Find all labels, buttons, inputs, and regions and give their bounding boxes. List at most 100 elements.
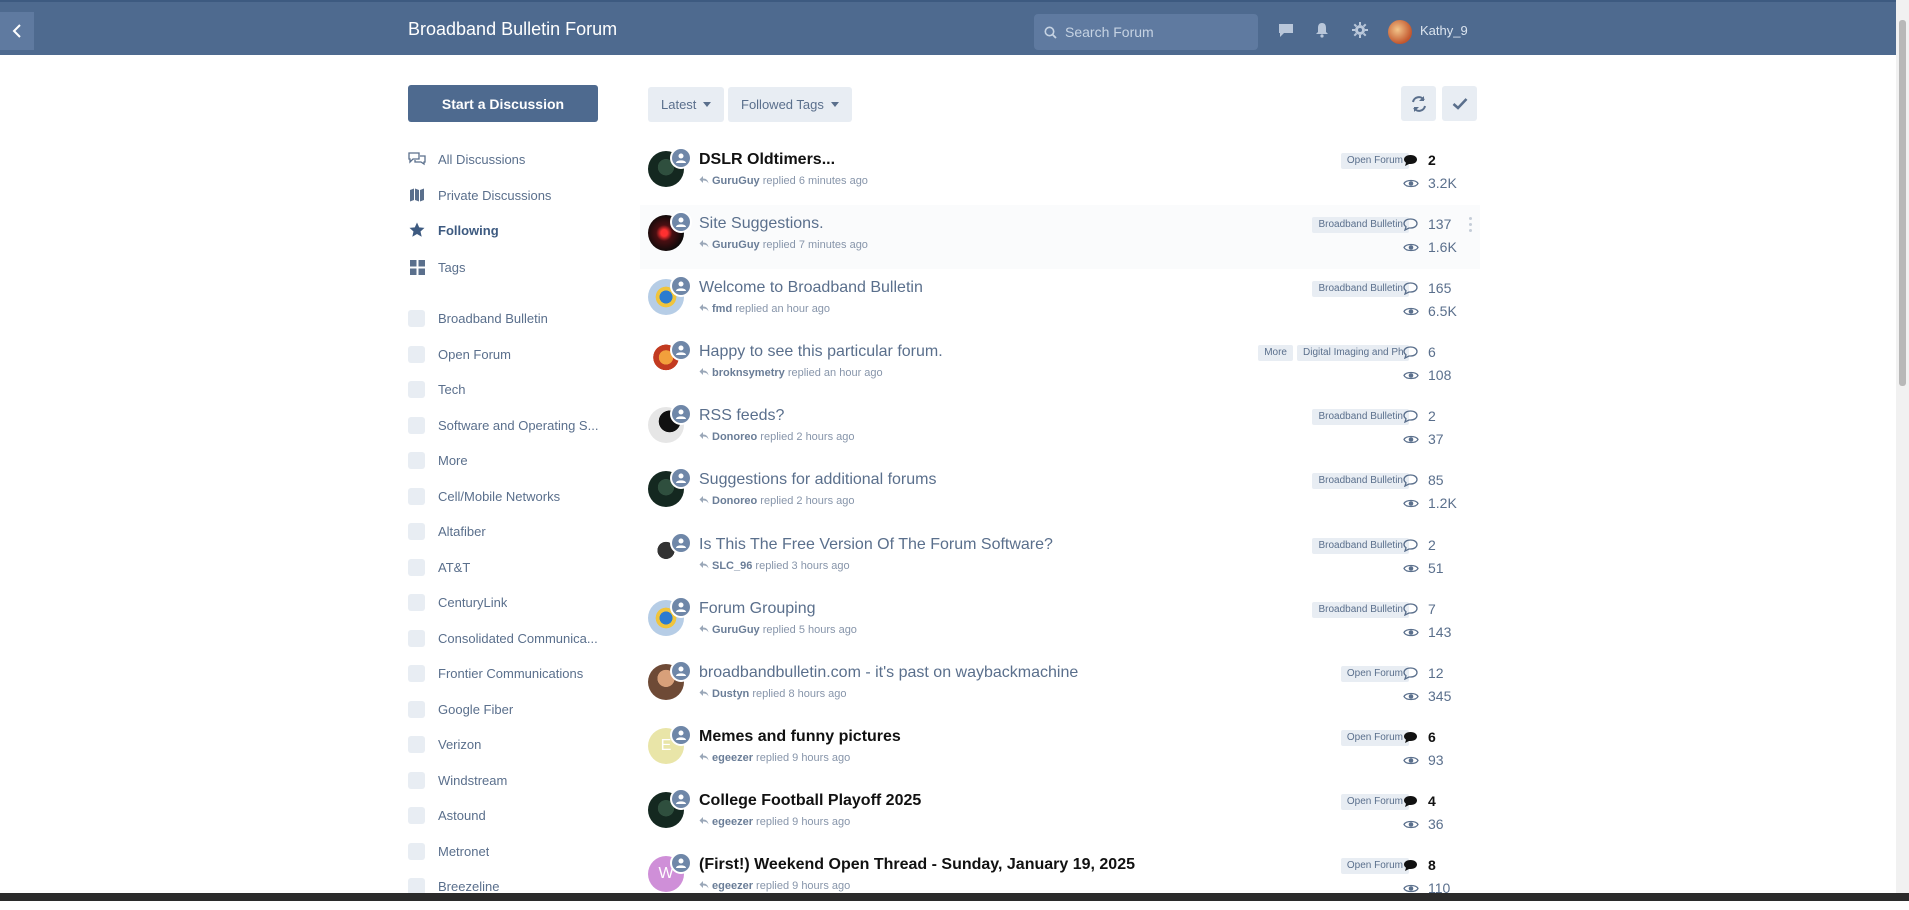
discussion-title[interactable]: Welcome to Broadband Bulletin <box>699 279 923 297</box>
discussion-title[interactable]: RSS feeds? <box>699 407 784 425</box>
back-button[interactable] <box>0 12 34 50</box>
tag-item[interactable]: Verizon <box>408 736 481 753</box>
reply-time[interactable]: an hour ago <box>824 367 883 379</box>
tag-item[interactable]: Consolidated Communica... <box>408 630 598 647</box>
discussion-title[interactable]: Happy to see this particular forum. <box>699 343 943 361</box>
reply-username[interactable]: egeezer <box>712 816 753 828</box>
bell-icon[interactable] <box>1313 21 1331 39</box>
nav-all-discussions[interactable]: All Discussions <box>408 151 525 167</box>
tag-label[interactable]: Broadband Bulletin <box>1312 217 1409 233</box>
reply-time[interactable]: 3 hours ago <box>792 560 850 572</box>
discussion-title[interactable]: Is This The Free Version Of The Forum So… <box>699 536 1053 554</box>
discussion-row[interactable]: Happy to see this particular forum. brokn… <box>640 333 1480 397</box>
tag-item[interactable]: CenturyLink <box>408 594 507 611</box>
search-box[interactable] <box>1034 14 1258 50</box>
tag-label[interactable]: Open Forum <box>1340 858 1409 874</box>
messages-icon[interactable] <box>1277 21 1295 39</box>
reply-time[interactable]: 2 hours ago <box>796 495 854 507</box>
tag-item[interactable]: Metronet <box>408 843 489 860</box>
discussion-title[interactable]: Site Suggestions. <box>699 215 824 233</box>
reply-username[interactable]: broknsymetry <box>712 367 785 379</box>
more-options-icon[interactable] <box>1469 217 1473 235</box>
followed-tags-dropdown[interactable]: Followed Tags <box>728 87 852 122</box>
discussion-row[interactable]: Welcome to Broadband Bulletin fmd replied… <box>640 269 1480 333</box>
nav-tags[interactable]: Tags <box>408 259 465 275</box>
tag-label[interactable]: Broadband Bulletin <box>1312 473 1409 489</box>
discussion-row[interactable]: College Football Playoff 2025 egeezer rep… <box>640 782 1480 846</box>
reply-time[interactable]: an hour ago <box>771 303 830 315</box>
reply-time[interactable]: 6 minutes ago <box>799 175 868 187</box>
tag-item[interactable]: Tech <box>408 381 465 398</box>
reply-time[interactable]: 9 hours ago <box>792 880 850 892</box>
gear-icon[interactable] <box>1351 21 1369 39</box>
tag-item[interactable]: Frontier Communications <box>408 665 583 682</box>
eye-icon <box>1403 496 1419 510</box>
tag-label[interactable]: More <box>1258 345 1293 361</box>
reply-username[interactable]: SLC_96 <box>712 560 752 572</box>
reply-username[interactable]: fmd <box>712 303 732 315</box>
reply-username[interactable]: egeezer <box>712 752 753 764</box>
reply-username[interactable]: Donoreo <box>712 495 757 507</box>
tag-label[interactable]: Open Forum <box>1340 730 1409 746</box>
reply-time[interactable]: 9 hours ago <box>792 752 850 764</box>
discussion-row[interactable]: Suggestions for additional forums Donoreo… <box>640 461 1480 525</box>
tag-item[interactable]: AT&T <box>408 559 470 576</box>
username[interactable]: Kathy_9 <box>1420 23 1468 38</box>
discussion-row[interactable]: Site Suggestions. GuruGuy replied 7 minut… <box>640 205 1480 269</box>
tag-label[interactable]: Digital Imaging and Ph <box>1297 345 1409 361</box>
tag-item[interactable]: Broadband Bulletin <box>408 310 548 327</box>
site-title[interactable]: Broadband Bulletin Forum <box>408 19 617 40</box>
discussion-row[interactable]: broadbandbulletin.com - it's past on way… <box>640 654 1480 718</box>
tag-item[interactable]: More <box>408 452 468 469</box>
discussion-row[interactable]: DSLR Oldtimers... GuruGuy replied 6 minut… <box>640 141 1480 205</box>
discussion-title[interactable]: Suggestions for additional forums <box>699 471 936 489</box>
discussion-title[interactable]: Forum Grouping <box>699 600 816 618</box>
tag-item[interactable]: Astound <box>408 807 486 824</box>
start-discussion-button[interactable]: Start a Discussion <box>408 85 598 122</box>
tag-label[interactable]: Broadband Bulletin <box>1312 602 1409 618</box>
reply-count-value: 2 <box>1428 537 1436 553</box>
discussion-title[interactable]: (First!) Weekend Open Thread - Sunday, J… <box>699 856 1135 874</box>
sort-dropdown[interactable]: Latest <box>648 87 725 122</box>
discussion-title[interactable]: DSLR Oldtimers... <box>699 151 835 169</box>
reply-time[interactable]: 2 hours ago <box>796 431 854 443</box>
tag-item[interactable]: Altafiber <box>408 523 486 540</box>
discussion-row[interactable]: RSS feeds? Donoreo replied 2 hours ago Bro… <box>640 397 1480 461</box>
reply-username[interactable]: GuruGuy <box>712 175 760 187</box>
tag-item[interactable]: Open Forum <box>408 346 511 363</box>
tag-label[interactable]: Open Forum <box>1340 153 1409 169</box>
discussion-row[interactable]: E Memes and funny pictures egeezer replied… <box>640 718 1480 782</box>
discussion-row[interactable]: Is This The Free Version Of The Forum So… <box>640 526 1480 590</box>
discussion-title[interactable]: Memes and funny pictures <box>699 728 901 746</box>
user-avatar[interactable] <box>1388 20 1412 44</box>
tag-item[interactable]: Google Fiber <box>408 701 513 718</box>
discussion-row[interactable]: Forum Grouping GuruGuy replied 5 hours ag… <box>640 590 1480 654</box>
discussion-title[interactable]: College Football Playoff 2025 <box>699 792 921 810</box>
refresh-button[interactable] <box>1401 86 1436 121</box>
tag-item[interactable]: Software and Operating S... <box>408 417 598 434</box>
tag-label[interactable]: Broadband Bulletin <box>1312 281 1409 297</box>
tag-item[interactable]: Cell/Mobile Networks <box>408 488 560 505</box>
reply-time[interactable]: 5 hours ago <box>799 624 857 636</box>
mark-all-read-button[interactable] <box>1442 86 1477 121</box>
scrollbar[interactable] <box>1896 0 1909 901</box>
reply-time[interactable]: 8 hours ago <box>788 688 846 700</box>
tag-item[interactable]: Windstream <box>408 772 507 789</box>
reply-username[interactable]: GuruGuy <box>712 624 760 636</box>
tag-label[interactable]: Broadband Bulletin <box>1312 409 1409 425</box>
scrollbar-thumb[interactable] <box>1899 20 1906 386</box>
discussion-title[interactable]: broadbandbulletin.com - it's past on way… <box>699 664 1078 682</box>
nav-private-discussions[interactable]: Private Discussions <box>408 187 551 203</box>
tag-label[interactable]: Broadband Bulletin <box>1312 538 1409 554</box>
reply-username[interactable]: Donoreo <box>712 431 757 443</box>
reply-icon <box>699 881 709 889</box>
search-input[interactable] <box>1065 24 1245 40</box>
tag-label[interactable]: Open Forum <box>1340 666 1409 682</box>
reply-username[interactable]: Dustyn <box>712 688 749 700</box>
reply-time[interactable]: 7 minutes ago <box>799 239 868 251</box>
reply-username[interactable]: GuruGuy <box>712 239 760 251</box>
tag-label[interactable]: Open Forum <box>1340 794 1409 810</box>
nav-following[interactable]: Following <box>408 222 499 238</box>
reply-username[interactable]: egeezer <box>712 880 753 892</box>
reply-time[interactable]: 9 hours ago <box>792 816 850 828</box>
